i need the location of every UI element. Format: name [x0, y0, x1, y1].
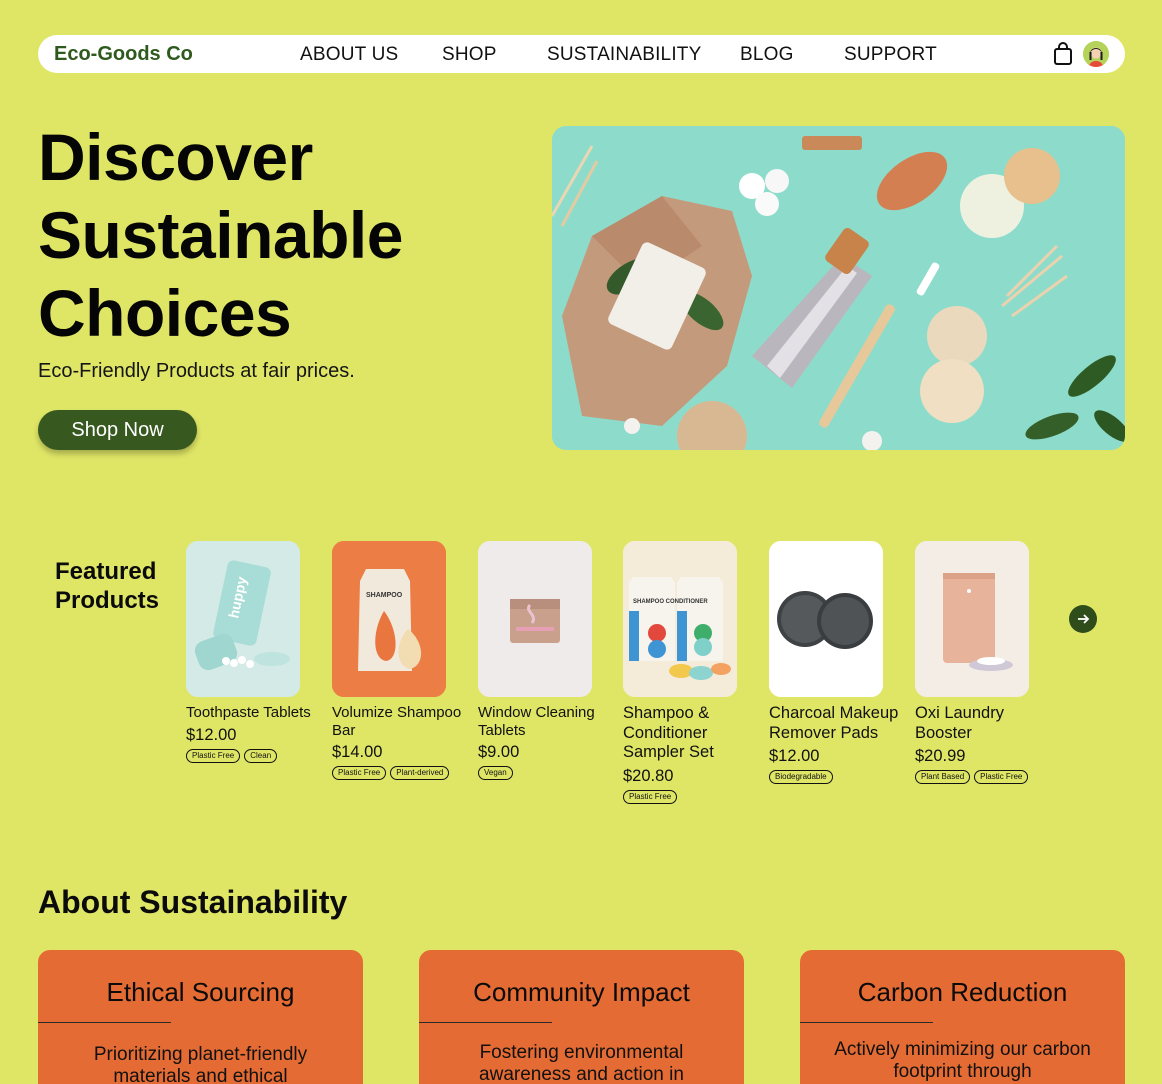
product-name[interactable]: Charcoal Makeup Remover Pads — [769, 704, 904, 743]
card-community-impact: Community Impact Fostering environmental… — [419, 950, 744, 1084]
product-tags: Plastic Free Clean — [186, 748, 321, 763]
product-image[interactable] — [915, 541, 1029, 697]
nav-support[interactable]: SUPPORT — [844, 44, 937, 66]
product-card-shampoo-conditioner-sampler[interactable]: SHAMPOO CONDITIONER Shampoo & Conditione… — [623, 541, 758, 804]
product-tags: Biodegradable — [769, 770, 904, 784]
hero-image — [552, 126, 1125, 450]
user-avatar-icon[interactable] — [1083, 41, 1109, 67]
nav-icons — [1053, 41, 1109, 67]
product-tags: Vegan — [478, 766, 613, 780]
top-navigation: Eco-Goods Co ABOUT US SHOP SUSTAINABILIT… — [38, 35, 1125, 73]
nav-about-us[interactable]: ABOUT US — [300, 44, 398, 66]
product-name[interactable]: Oxi Laundry Booster — [915, 704, 1050, 743]
card-title: Community Impact — [473, 977, 690, 1007]
product-price: $20.80 — [623, 766, 674, 785]
product-price: $20.99 — [915, 747, 966, 765]
product-name[interactable]: Shampoo & Conditioner Sampler Set — [623, 704, 758, 763]
product-image[interactable]: SHAMPOO CONDITIONER — [623, 541, 737, 697]
card-text: Prioritizing planet-friendly materials a… — [93, 1044, 308, 1084]
card-carbon-reduction: Carbon Reduction Actively minimizing our… — [800, 950, 1125, 1084]
featured-title-line-2: Products — [55, 587, 160, 614]
product-tag: Plastic Free — [623, 789, 678, 804]
hero-subtitle: Eco-Friendly Products at fair prices. — [38, 360, 355, 382]
arrow-right-icon — [1078, 614, 1090, 624]
featured-title-line-1: Featured — [55, 558, 157, 585]
product-card-toothpaste-tablets[interactable]: huppy Toothpaste Tablets $12.00 Plastic … — [186, 541, 321, 763]
product-tags: Plant Based Plastic Free — [915, 770, 1050, 784]
product-tag: Plant-derived — [390, 766, 450, 780]
card-text: Actively minimizing our carbon footprint… — [834, 1039, 1091, 1082]
card-text: Fostering environmental awareness and ac… — [479, 1042, 684, 1084]
product-tags: Plastic Free Plant-derived — [332, 766, 467, 780]
product-card-volumize-shampoo-bar[interactable]: SHAMPOO Volumize Shampoo Bar $14.00 Plas… — [332, 541, 467, 780]
hero-title-line-2: Sustainable — [38, 198, 403, 272]
product-image[interactable]: SHAMPOO — [332, 541, 446, 697]
product-tags: Plastic Free — [623, 789, 758, 804]
hero-title-line-3: Choices — [38, 276, 292, 350]
product-tag: Biodegradable — [769, 770, 833, 784]
product-card-window-cleaning-tablets[interactable]: Window Cleaning Tablets $9.00 Vegan — [478, 541, 613, 780]
card-divider — [800, 1022, 933, 1023]
product-image[interactable] — [769, 541, 883, 697]
featured-products-title: Featured Products — [55, 557, 159, 615]
product-tag: Clean — [244, 748, 278, 763]
card-ethical-sourcing: Ethical Sourcing Prioritizing planet-fri… — [38, 950, 363, 1084]
nav-shop[interactable]: SHOP — [442, 44, 497, 66]
product-tag: Plastic Free — [332, 766, 387, 780]
product-image-label: SHAMPOO — [366, 592, 403, 599]
product-image-label: SHAMPOO CONDITIONER — [633, 599, 708, 605]
product-name[interactable]: Window Cleaning Tablets — [478, 704, 613, 739]
hero-title: Discover Sustainable Choices — [38, 118, 518, 352]
hero-title-line-1: Discover — [38, 120, 313, 194]
shopping-bag-icon[interactable] — [1053, 42, 1073, 66]
product-image[interactable]: huppy — [186, 541, 300, 697]
product-image[interactable] — [478, 541, 592, 697]
nav-blog[interactable]: BLOG — [740, 44, 794, 66]
product-name[interactable]: Toothpaste Tablets — [186, 704, 321, 722]
about-sustainability-title: About Sustainability — [38, 884, 348, 920]
product-price: $9.00 — [478, 743, 520, 761]
card-divider — [419, 1022, 552, 1023]
card-divider — [38, 1022, 171, 1023]
carousel-next-button[interactable] — [1069, 605, 1097, 633]
product-price: $14.00 — [332, 743, 383, 761]
product-price: $12.00 — [769, 747, 820, 765]
product-card-charcoal-makeup-remover-pads[interactable]: Charcoal Makeup Remover Pads $12.00 Biod… — [769, 541, 904, 784]
product-tag: Plant Based — [915, 770, 971, 784]
product-name[interactable]: Volumize Shampoo Bar — [332, 704, 467, 739]
card-title: Carbon Reduction — [857, 977, 1068, 1007]
brand-logo[interactable]: Eco-Goods Co — [54, 43, 193, 66]
product-tag: Vegan — [478, 766, 513, 780]
product-tag: Plastic Free — [974, 770, 1029, 784]
shop-now-button[interactable]: Shop Now — [38, 410, 197, 450]
product-tag: Plastic Free — [186, 748, 241, 763]
nav-sustainability[interactable]: SUSTAINABILITY — [547, 44, 702, 66]
product-card-oxi-laundry-booster[interactable]: Oxi Laundry Booster $20.99 Plant Based P… — [915, 541, 1050, 784]
product-price: $12.00 — [186, 725, 237, 744]
card-title: Ethical Sourcing — [106, 977, 295, 1007]
